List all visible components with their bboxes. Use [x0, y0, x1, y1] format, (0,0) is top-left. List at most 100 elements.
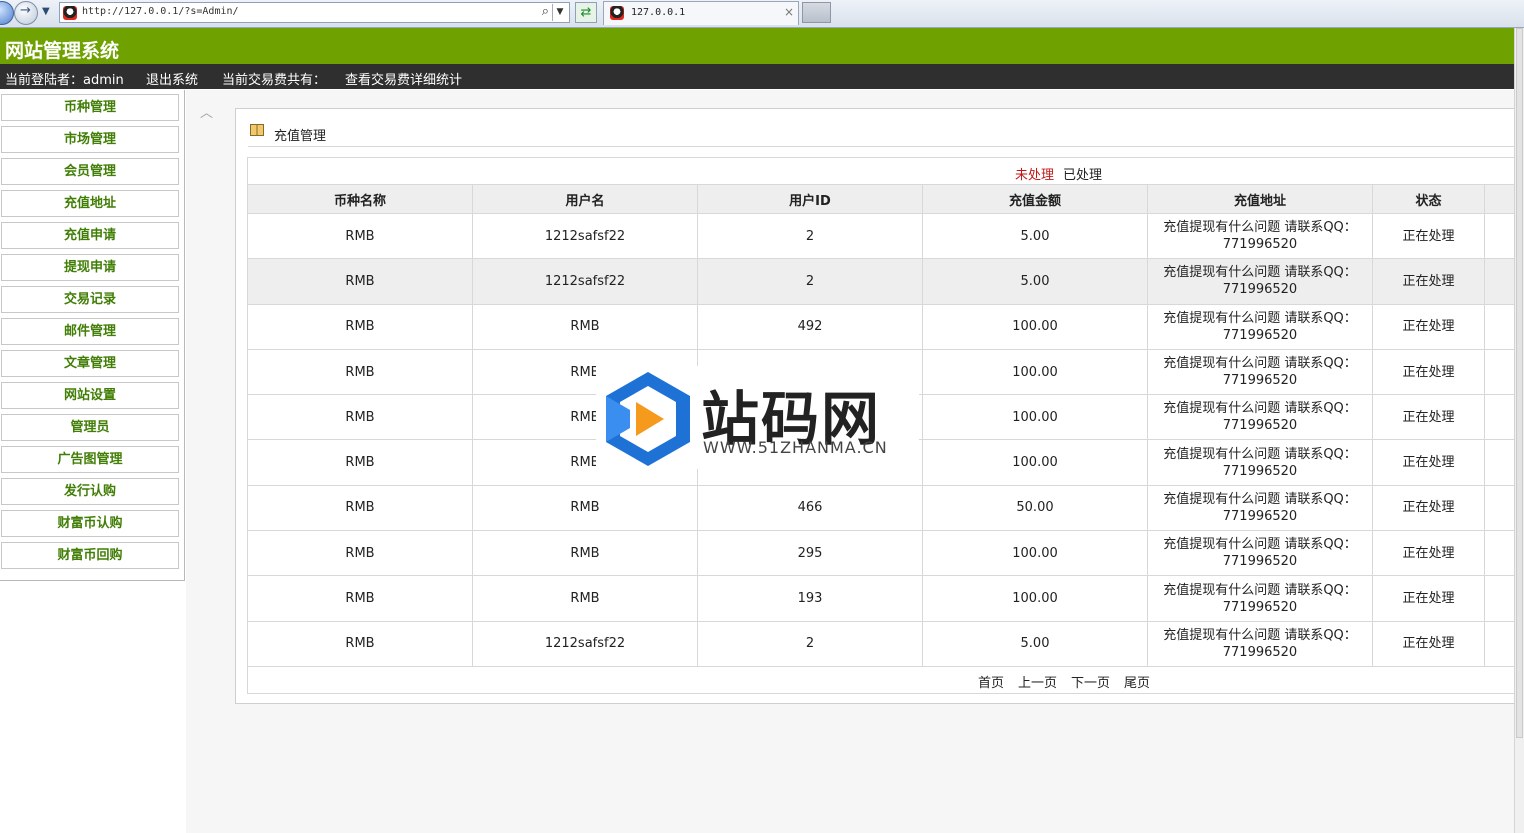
- sidebar-item-coin-management[interactable]: 币种管理: [1, 94, 179, 121]
- forward-button[interactable]: [14, 1, 38, 25]
- cell-address: 充值提现有什么问题 请联系QQ：771996520: [1147, 530, 1373, 577]
- cell-coin: RMB: [247, 303, 473, 350]
- cell-uid: 2: [697, 620, 923, 667]
- site-favicon-icon: [63, 6, 77, 20]
- cell-action[interactable]: [1484, 394, 1518, 441]
- cell-amount: 5.00: [922, 212, 1148, 260]
- sidebar-item-administrators[interactable]: 管理员: [1, 414, 179, 441]
- cell-action[interactable]: [1484, 575, 1518, 622]
- sidebar: 币种管理 市场管理 会员管理 充值地址 充值申请 提现申请 交易记录 邮件管理 …: [0, 90, 185, 581]
- cell-status: 正在处理: [1372, 484, 1485, 532]
- sidebar-item-banner-management[interactable]: 广告图管理: [1, 446, 179, 473]
- cell-address: 充值提现有什么问题 请联系QQ：771996520: [1147, 212, 1373, 260]
- filter-pending-link[interactable]: 未处理: [1015, 164, 1054, 183]
- sidebar-item-site-settings[interactable]: 网站设置: [1, 382, 179, 409]
- cell-action[interactable]: [1484, 258, 1518, 305]
- sidebar-item-trade-records[interactable]: 交易记录: [1, 286, 179, 313]
- cell-status: 正在处理: [1372, 575, 1485, 622]
- cell-coin: RMB: [247, 258, 473, 305]
- browser-tab[interactable]: 127.0.0.1 ×: [603, 1, 799, 25]
- cell-address: 充值提现有什么问题 请联系QQ：771996520: [1147, 394, 1373, 441]
- cell-address: 充值提现有什么问题 请联系QQ：771996520: [1147, 258, 1373, 305]
- site-header: 网站管理系统: [0, 28, 1514, 64]
- cell-status: 正在处理: [1372, 303, 1485, 350]
- cell-uid: 295: [697, 530, 923, 577]
- cell-status: 正在处理: [1372, 620, 1485, 667]
- table-row: RMB RMB 193 100.00 充值提现有什么问题 请联系QQ：77199…: [247, 575, 1518, 622]
- address-bar[interactable]: http://127.0.0.1/?s=Admin/ ⌕ ▼: [59, 2, 570, 23]
- col-amount: 充值金额: [922, 184, 1148, 214]
- sidebar-collapse-strip: ︿: [186, 90, 215, 833]
- history-dropdown-icon[interactable]: ▼: [42, 6, 50, 17]
- address-dropdown-icon[interactable]: ▼: [552, 4, 567, 21]
- tab-favicon-icon: [610, 6, 624, 20]
- table-row: RMB 1212safsf22 2 5.00 充值提现有什么问题 请联系QQ：7…: [247, 620, 1518, 667]
- cell-amount: 50.00: [922, 484, 1148, 532]
- back-button[interactable]: [0, 1, 14, 25]
- cell-coin: RMB: [247, 348, 473, 396]
- cell-user: 1212safsf22: [472, 258, 698, 305]
- table-row: RMB RMB 295 100.00 充值提现有什么问题 请联系QQ：77199…: [247, 530, 1518, 577]
- browser-toolbar: ▼ http://127.0.0.1/?s=Admin/ ⌕ ▼ ⇄ 127.0…: [0, 0, 1524, 28]
- chevron-up-icon[interactable]: ︿: [200, 102, 213, 121]
- pager-first-link[interactable]: 首页: [978, 672, 1004, 691]
- pager-prev-link[interactable]: 上一页: [1018, 672, 1057, 691]
- scrollbar-thumb[interactable]: [1516, 28, 1523, 738]
- watermark: 站码网 WWW.51ZHANMA.CN: [596, 366, 919, 469]
- fee-detail-link[interactable]: 查看交易费详细统计: [345, 69, 462, 88]
- play-logo-icon: [606, 372, 690, 466]
- sidebar-item-issue-subscription[interactable]: 发行认购: [1, 478, 179, 505]
- sidebar-item-deposit-request[interactable]: 充值申请: [1, 222, 179, 249]
- sidebar-item-deposit-address[interactable]: 充值地址: [1, 190, 179, 217]
- cell-user: 1212safsf22: [472, 620, 698, 667]
- filter-done-link[interactable]: 已处理: [1063, 164, 1102, 183]
- cell-action[interactable]: [1484, 212, 1518, 260]
- cell-action[interactable]: [1484, 484, 1518, 532]
- cell-address: 充值提现有什么问题 请联系QQ：771996520: [1147, 303, 1373, 350]
- cell-coin: RMB: [247, 575, 473, 622]
- col-username: 用户名: [472, 184, 698, 214]
- cell-amount: 100.00: [922, 575, 1148, 622]
- sidebar-item-market-management[interactable]: 市场管理: [1, 126, 179, 153]
- cell-action[interactable]: [1484, 348, 1518, 396]
- logout-link[interactable]: 退出系统: [146, 69, 198, 88]
- tab-close-icon[interactable]: ×: [784, 5, 794, 19]
- cell-amount: 100.00: [922, 394, 1148, 441]
- sidebar-item-withdraw-request[interactable]: 提现申请: [1, 254, 179, 281]
- refresh-button[interactable]: ⇄: [575, 2, 597, 23]
- cell-user: 1212safsf22: [472, 212, 698, 260]
- cell-status: 正在处理: [1372, 394, 1485, 441]
- current-user-label: 当前登陆者：admin: [5, 73, 124, 88]
- sidebar-item-mail-management[interactable]: 邮件管理: [1, 318, 179, 345]
- cell-user: RMB: [472, 303, 698, 350]
- cell-action[interactable]: [1484, 303, 1518, 350]
- sidebar-item-article-management[interactable]: 文章管理: [1, 350, 179, 377]
- sidebar-item-wealth-coin-buyback[interactable]: 财富币回购: [1, 542, 179, 569]
- table-row: RMB RMB 492 100.00 充值提现有什么问题 请联系QQ：77199…: [247, 303, 1518, 350]
- col-status: 状态: [1372, 184, 1485, 214]
- pager-next-link[interactable]: 下一页: [1071, 672, 1110, 691]
- watermark-url: WWW.51ZHANMA.CN: [703, 438, 888, 457]
- address-url[interactable]: http://127.0.0.1/?s=Admin/: [82, 6, 239, 17]
- cell-coin: RMB: [247, 212, 473, 260]
- cell-address: 充值提现有什么问题 请联系QQ：771996520: [1147, 620, 1373, 667]
- sidebar-item-wealth-coin-subscription[interactable]: 财富币认购: [1, 510, 179, 537]
- pager-last-link[interactable]: 尾页: [1124, 672, 1150, 691]
- page-scrollbar[interactable]: [1514, 28, 1524, 833]
- cell-action[interactable]: [1484, 530, 1518, 577]
- cell-coin: RMB: [247, 394, 473, 441]
- book-icon: [250, 124, 264, 136]
- user-bar: 当前登陆者：admin 退出系统 当前交易费共有： 查看交易费详细统计: [0, 64, 1514, 89]
- cell-action[interactable]: [1484, 620, 1518, 667]
- cell-address: 充值提现有什么问题 请联系QQ：771996520: [1147, 484, 1373, 532]
- table-row: RMB 1212safsf22 2 5.00 充值提现有什么问题 请联系QQ：7…: [247, 258, 1518, 305]
- new-tab-button[interactable]: [802, 2, 831, 23]
- cell-amount: 100.00: [922, 348, 1148, 396]
- cell-uid: 2: [697, 258, 923, 305]
- cell-coin: RMB: [247, 484, 473, 532]
- cell-coin: RMB: [247, 439, 473, 486]
- search-icon[interactable]: ⌕: [542, 4, 549, 19]
- cell-action[interactable]: [1484, 439, 1518, 486]
- pagination: 首页 上一页 下一页 尾页: [247, 666, 1517, 694]
- sidebar-item-member-management[interactable]: 会员管理: [1, 158, 179, 185]
